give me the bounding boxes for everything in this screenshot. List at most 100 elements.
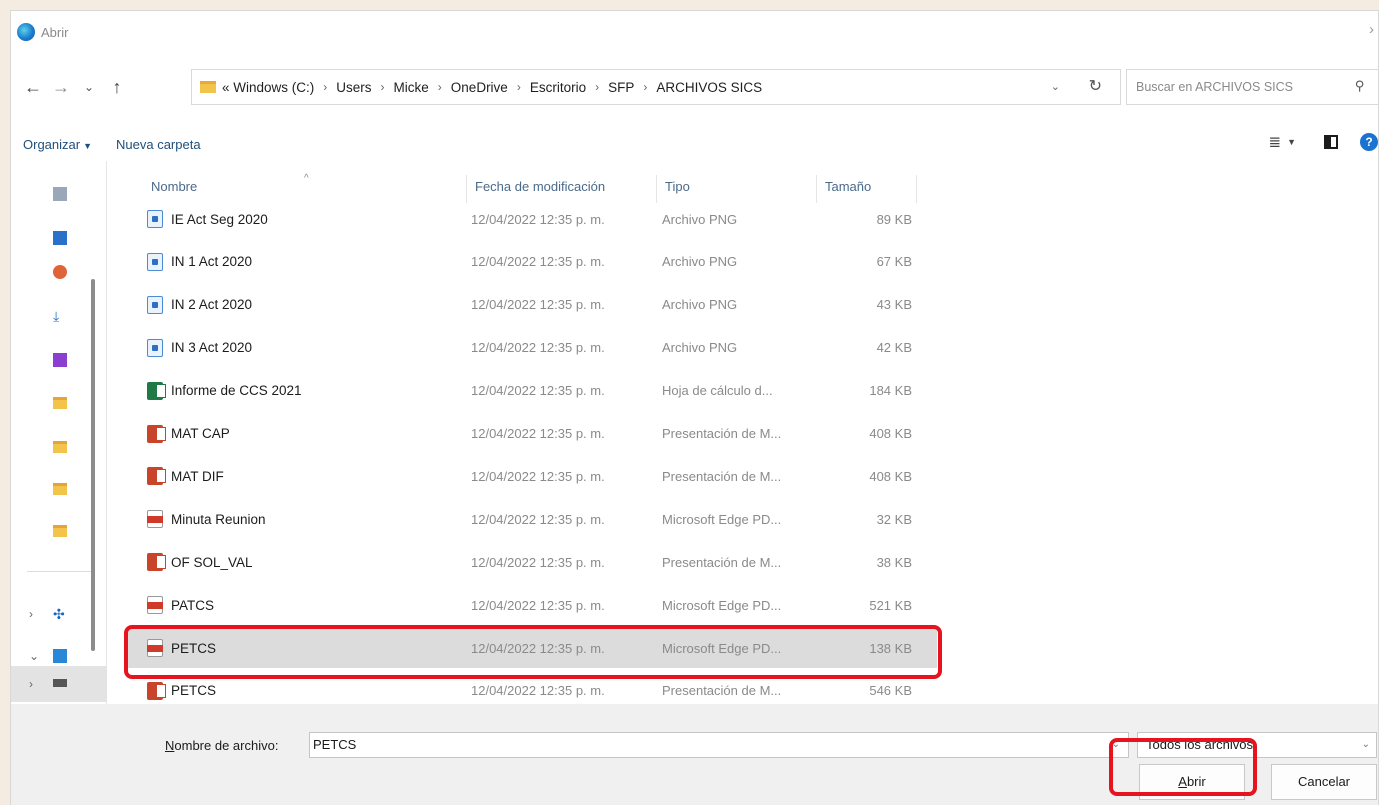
highlight-annotation-selected-file bbox=[124, 625, 942, 679]
file-type: Microsoft Edge PD... bbox=[662, 511, 782, 527]
expand-chevron-icon[interactable]: › bbox=[29, 607, 33, 621]
file-size: 184 KB bbox=[869, 383, 912, 399]
png-file-icon bbox=[147, 338, 163, 357]
breadcrumb-item[interactable]: Micke bbox=[394, 80, 429, 95]
breadcrumb-separator-icon[interactable]: › bbox=[323, 80, 327, 94]
file-size: 32 KB bbox=[876, 511, 912, 527]
breadcrumb-separator-icon[interactable]: › bbox=[643, 80, 647, 94]
file-name: IN 1 Act 2020 bbox=[171, 254, 253, 270]
organize-menu-button[interactable]: Organizar ▼ bbox=[23, 137, 92, 152]
folder-icon[interactable] bbox=[53, 441, 67, 453]
forward-arrow-icon[interactable]: → bbox=[47, 77, 75, 98]
file-name-cell: IE Act Seg 2020 bbox=[127, 210, 467, 228]
file-date: 12/04/2022 12:35 p. m. bbox=[471, 340, 605, 356]
file-name: MAT CAP bbox=[171, 426, 230, 441]
this-pc-icon[interactable] bbox=[53, 649, 67, 663]
file-name-cell: PETCS bbox=[127, 681, 467, 700]
file-date: 12/04/2022 12:35 p. m. bbox=[471, 597, 605, 613]
file-list: ^ Nombre Fecha de modificación Tipo Tama… bbox=[119, 161, 1369, 701]
nav-scrollbar[interactable] bbox=[91, 279, 95, 651]
breadcrumb-separator-icon[interactable]: › bbox=[381, 80, 385, 94]
folder-icon[interactable] bbox=[53, 525, 67, 537]
file-date: 12/04/2022 12:35 p. m. bbox=[471, 383, 605, 399]
filename-input[interactable]: PETCS ⌄ bbox=[309, 732, 1129, 758]
breadcrumb-item[interactable]: SFP bbox=[608, 80, 634, 95]
file-row[interactable]: MAT DIF 12/04/2022 12:35 p. m. Presentació… bbox=[127, 456, 937, 496]
music-icon[interactable] bbox=[53, 265, 67, 279]
documents-icon[interactable] bbox=[53, 187, 67, 201]
file-row[interactable]: MAT CAP 12/04/2022 12:35 p. m. Presentació… bbox=[127, 414, 937, 454]
file-type: Presentación de M... bbox=[662, 554, 782, 570]
search-icon: ⚲ bbox=[1355, 78, 1365, 93]
file-type: Archivo PNG bbox=[662, 297, 738, 313]
breadcrumb-separator-icon[interactable]: › bbox=[595, 80, 599, 94]
file-name-cell: IN 2 Act 2020 bbox=[127, 295, 467, 314]
file-size: 546 KB bbox=[869, 683, 912, 699]
up-arrow-icon[interactable]: ↑ bbox=[103, 77, 131, 98]
png-file-icon bbox=[147, 295, 163, 314]
breadcrumb-item[interactable]: OneDrive bbox=[451, 80, 508, 95]
expand-chevron-icon[interactable]: › bbox=[29, 677, 33, 691]
help-icon[interactable]: ? bbox=[1360, 133, 1378, 151]
file-type: Archivo PNG bbox=[662, 254, 738, 270]
new-folder-button[interactable]: Nueva carpeta bbox=[116, 137, 201, 152]
file-name: Minuta Reunion bbox=[171, 511, 266, 527]
breadcrumb-item[interactable]: « Windows (C:) bbox=[222, 80, 314, 95]
back-arrow-icon[interactable]: ← bbox=[19, 77, 47, 98]
drive-icon[interactable] bbox=[53, 679, 67, 687]
breadcrumb-item[interactable]: ARCHIVOS SICS bbox=[656, 80, 762, 95]
file-size: 408 KB bbox=[869, 426, 912, 441]
breadcrumb-separator-icon[interactable]: › bbox=[438, 80, 442, 94]
breadcrumb-item[interactable]: Escritorio bbox=[530, 80, 586, 95]
file-row[interactable]: Informe de CCS 2021 12/04/2022 12:35 p. m… bbox=[127, 371, 937, 411]
file-row[interactable]: Minuta Reunion 12/04/2022 12:35 p. m. Micr… bbox=[127, 499, 937, 539]
file-type: Archivo PNG bbox=[662, 211, 738, 227]
file-name: PETCS bbox=[171, 683, 217, 699]
breadcrumb-item[interactable]: Users bbox=[336, 80, 371, 95]
downloads-icon[interactable]: ⤓ bbox=[53, 309, 67, 323]
window-title: Abrir bbox=[41, 24, 69, 40]
dropbox-icon[interactable]: ✣ bbox=[53, 607, 67, 621]
pictures-icon[interactable] bbox=[53, 231, 67, 245]
file-name: OF SOL_VAL bbox=[171, 554, 253, 570]
close-icon[interactable]: › bbox=[1369, 21, 1374, 38]
recent-locations-chevron-icon[interactable]: ⌄ bbox=[75, 80, 103, 94]
videos-icon[interactable] bbox=[53, 353, 67, 367]
address-bar[interactable]: « Windows (C:) › Users › Micke › OneDrive › Escr… bbox=[191, 69, 1121, 105]
file-row[interactable]: IN 2 Act 2020 12/04/2022 12:35 p. m. Archi… bbox=[127, 285, 937, 325]
file-row[interactable]: PATCS 12/04/2022 12:35 p. m. Microsoft Edg… bbox=[127, 585, 937, 625]
search-input[interactable]: Buscar en ARCHIVOS SICS ⚲ bbox=[1126, 69, 1379, 105]
view-caret-icon[interactable]: ▼ bbox=[1287, 137, 1296, 147]
address-dropdown-icon[interactable]: ⌄ bbox=[1051, 80, 1060, 93]
view-options-icon[interactable]: ≣ bbox=[1269, 133, 1282, 151]
file-row[interactable]: OF SOL_VAL 12/04/2022 12:35 p. m. Presenta… bbox=[127, 542, 937, 582]
folder-icon[interactable] bbox=[53, 397, 67, 409]
folder-icon[interactable] bbox=[53, 483, 67, 495]
file-row[interactable]: IN 1 Act 2020 12/04/2022 12:35 p. m. Archi… bbox=[127, 242, 937, 282]
cancel-button[interactable]: Cancelar bbox=[1271, 764, 1377, 800]
refresh-icon[interactable]: ↻ bbox=[1089, 76, 1102, 96]
file-size: 38 KB bbox=[876, 554, 912, 570]
filename-label: Nombre de archivo: bbox=[165, 738, 279, 753]
file-date: 12/04/2022 12:35 p. m. bbox=[471, 297, 605, 313]
file-size: 89 KB bbox=[876, 211, 912, 227]
file-type: Archivo PNG bbox=[662, 340, 738, 356]
file-date: 12/04/2022 12:35 p. m. bbox=[471, 511, 605, 527]
file-row[interactable]: IN 3 Act 2020 12/04/2022 12:35 p. m. Archi… bbox=[127, 328, 937, 368]
file-type: Hoja de cálculo d... bbox=[662, 383, 773, 399]
file-date: 12/04/2022 12:35 p. m. bbox=[471, 254, 605, 270]
folder-icon bbox=[200, 81, 216, 93]
excel-file-icon bbox=[147, 381, 166, 400]
file-date: 12/04/2022 12:35 p. m. bbox=[471, 468, 605, 484]
file-row[interactable]: IE Act Seg 2020 12/04/2022 12:35 p. m. Arc… bbox=[127, 199, 937, 239]
file-name: PATCS bbox=[171, 597, 215, 613]
breadcrumb-separator-icon[interactable]: › bbox=[517, 80, 521, 94]
png-file-icon bbox=[147, 210, 163, 228]
filetype-dropdown-icon[interactable]: ⌄ bbox=[1362, 733, 1370, 757]
file-date: 12/04/2022 12:35 p. m. bbox=[471, 554, 605, 570]
file-size: 408 KB bbox=[869, 468, 912, 484]
file-type: Microsoft Edge PD... bbox=[662, 597, 782, 613]
preview-pane-icon[interactable] bbox=[1324, 135, 1338, 149]
file-name: IE Act Seg 2020 bbox=[171, 211, 268, 227]
collapse-chevron-icon[interactable]: ⌄ bbox=[29, 649, 39, 663]
